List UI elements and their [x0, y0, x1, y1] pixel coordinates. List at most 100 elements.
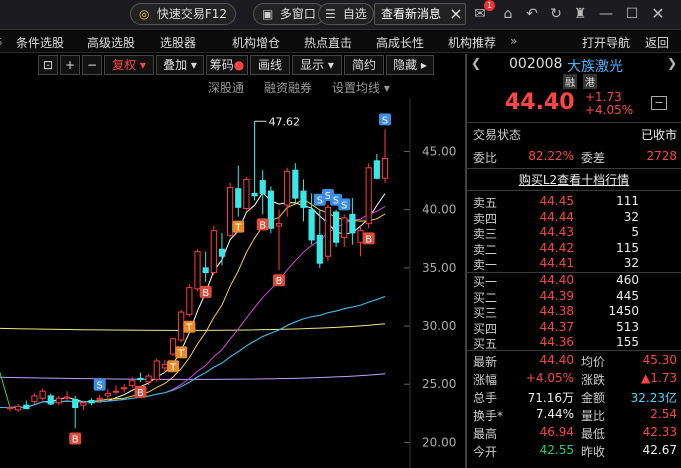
stat-row: 今开 42.55 昨收 42.67	[467, 443, 681, 459]
zoom-in-icon[interactable]: +	[60, 55, 80, 75]
ask-level-label: 卖二	[473, 242, 498, 257]
y-tick-label: 40.00	[422, 203, 456, 217]
stat-label: 换手*	[473, 409, 504, 423]
candle-body	[292, 169, 299, 199]
candle-body	[324, 206, 332, 257]
ask-price: 44.43	[539, 225, 574, 239]
maximize-icon[interactable]: ☐	[622, 4, 642, 24]
fuquan-dropdown[interactable]: 复权 ▾	[104, 55, 154, 75]
open-navigation-link[interactable]: 打开导航	[582, 34, 630, 51]
candle-body	[275, 223, 283, 227]
buy-l2-link[interactable]: 购买L2查看十档行情	[519, 173, 629, 187]
ask-volume: 5	[631, 225, 639, 239]
weibi-label: 委比	[473, 151, 498, 165]
candle-body	[284, 170, 291, 206]
candle-body	[80, 402, 87, 406]
candle-body	[23, 404, 30, 410]
return-link[interactable]: 返回	[645, 34, 669, 51]
tag-hk: 港	[583, 74, 597, 89]
stat-label: 最新	[473, 355, 498, 369]
dot-icon: ●	[233, 58, 245, 72]
collapse-icon[interactable]: −	[651, 96, 667, 110]
refresh-icon[interactable]: ↻	[546, 4, 566, 24]
candle-body	[194, 251, 201, 290]
tag-margin: 融	[563, 74, 577, 89]
next-stock-icon[interactable]: ❯	[667, 56, 677, 70]
signal-badge-label: T	[234, 223, 242, 234]
simple-button[interactable]: 简约	[344, 55, 384, 75]
stock-name: 大族激光	[567, 59, 623, 75]
stat-row: 总手 71.16万 金额 32.23亿	[467, 389, 681, 405]
top-bar: ◎ 快速交易F12 ▣ 多窗口 ☰ 自选 查看新消息 × ✉ 1 ⌂ ↶ ↻ ♜…	[0, 0, 681, 30]
menu-more-icon[interactable]: »	[510, 34, 517, 48]
bid-volume: 460	[616, 273, 639, 287]
menu-item-stock-picker[interactable]: 选股器	[160, 34, 196, 51]
multi-window-button[interactable]: ▣ 多窗口	[253, 3, 325, 25]
ma-setting-dropdown[interactable]: 设置均线 ▾	[332, 79, 390, 96]
menu-item-advanced-select[interactable]: 高级选股	[87, 34, 135, 51]
menu-item-condition-select[interactable]: 条件选股	[16, 34, 64, 51]
list-icon: ☰	[325, 7, 336, 21]
current-price: 44.40	[505, 90, 575, 115]
overlay-dropdown[interactable]: 叠加 ▾	[156, 55, 204, 75]
stat-value: ▲1.73	[641, 371, 677, 385]
minimize-icon[interactable]: —	[596, 4, 616, 24]
ask-volume: 32	[623, 209, 639, 224]
quick-trade-button[interactable]: ◎ 快速交易F12	[130, 3, 237, 25]
shsz-link[interactable]: 深股通	[208, 79, 244, 96]
bid-price: 44.36	[539, 335, 574, 349]
menu-item-hotspot[interactable]: 热点直击	[304, 34, 352, 51]
chips-button[interactable]: 筹码●	[206, 55, 248, 75]
signal-badge-label: T	[177, 348, 185, 359]
ask-level-label: 卖一	[473, 258, 498, 272]
back-icon[interactable]: ↶	[522, 4, 542, 24]
candle-body	[72, 398, 79, 408]
prev-stock-icon[interactable]: ❮	[471, 56, 481, 70]
bid-level-label: 买二	[473, 290, 498, 305]
menu-item-inst-recommend[interactable]: 机构推荐	[448, 34, 496, 51]
stat-value: 32.23亿	[630, 391, 677, 405]
menu-item-high-growth[interactable]: 高成长性	[376, 34, 424, 51]
price-row: 44.40 +1.73 +4.05% −	[467, 90, 681, 118]
scroll-left-icon[interactable]: s	[0, 34, 2, 48]
signal-badge-label: T	[169, 362, 177, 373]
close-window-icon[interactable]: ✕	[648, 4, 668, 24]
candle-body	[145, 375, 152, 383]
separator	[467, 122, 681, 123]
bid-row: 买一 44.40 460	[467, 273, 681, 289]
y-tick-label: 30.00	[422, 319, 456, 333]
ask-price: 44.45	[539, 194, 574, 208]
bid-volume: 155	[616, 335, 639, 349]
home-icon[interactable]: ⌂	[498, 4, 518, 24]
stat-label: 涨跌	[581, 373, 606, 387]
bid-volume: 445	[616, 288, 639, 303]
candle-body	[112, 390, 120, 393]
skin-icon[interactable]: ♜	[570, 4, 590, 24]
bid-row: 买二 44.39 445	[467, 289, 681, 305]
chevron-right-icon: ▸	[420, 58, 427, 72]
status-row: 交易状态 已收市	[467, 126, 681, 142]
l2-row: 购买L2查看十档行情	[467, 171, 681, 187]
candle-body	[227, 187, 234, 236]
hide-button[interactable]: 隐藏 ▸	[386, 55, 434, 75]
stat-label: 均价	[581, 355, 606, 369]
candle-body	[235, 188, 242, 208]
candle-body	[259, 180, 266, 194]
menu-item-inst-increase[interactable]: 机构增仓	[232, 34, 280, 51]
ask-level-label: 卖五	[473, 196, 498, 210]
stat-value: 44.40	[539, 353, 574, 367]
lock-icon[interactable]: ⊡	[38, 55, 58, 75]
draw-line-button[interactable]: 画线	[250, 55, 290, 75]
self-select-button[interactable]: ☰ 自选	[318, 3, 374, 25]
margin-link[interactable]: 融资融券	[264, 79, 312, 96]
candle-body	[153, 360, 160, 381]
ask-row: 卖一 44.41 32	[467, 256, 681, 272]
kline-chart[interactable]: 45.0040.0035.0030.0025.0020.0047.62BSBTT…	[0, 98, 465, 468]
bid-row: 买三 44.38 1450	[467, 304, 681, 320]
ask-price: 44.42	[539, 240, 574, 255]
y-tick-label: 35.00	[422, 261, 456, 275]
stat-value: 42.67	[642, 443, 677, 457]
display-dropdown[interactable]: 显示 ▾	[292, 55, 342, 75]
zoom-out-icon[interactable]: −	[82, 55, 102, 75]
close-notice-icon[interactable]: ×	[446, 4, 466, 24]
